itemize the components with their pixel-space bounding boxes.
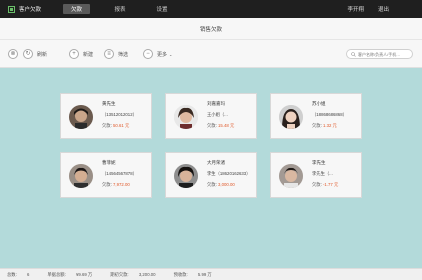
search-box[interactable] (346, 49, 413, 59)
customer-phone: 李生（18620162633） (207, 171, 251, 176)
customer-card[interactable]: 李先生 李先生（... 欠款: -1.77 元 (270, 152, 362, 198)
avatar (69, 164, 93, 188)
customer-amount: 欠款: 7,972.00 (102, 182, 130, 188)
tab-settings[interactable]: 设置 (148, 0, 176, 18)
amount-label: 欠款: (312, 123, 322, 128)
customer-name: 曹菲妮 (102, 160, 116, 165)
customer-card[interactable]: 曹菲妮 （14564567878） 欠款: 7,972.00 (60, 152, 152, 198)
customer-amount: 欠款: 15.48 元 (207, 123, 234, 129)
customer-amount: 欠款: -1.77 元 (312, 182, 338, 188)
customer-phone: 王小姐（... (207, 112, 228, 117)
page-title-bar: 销售欠款 (0, 18, 422, 40)
footer-sales: 单据总额: ¥9.69 万 (47, 271, 93, 277)
filter-label: 筛选 (118, 51, 129, 58)
customer-name: 黄先生 (102, 101, 116, 106)
customer-name: 刘嘉嘉玛 (207, 101, 225, 106)
customer-phone: （18868686868） (312, 112, 347, 117)
minus-icon: − (143, 49, 153, 59)
customer-card[interactable]: 刘嘉嘉玛 王小姐（... 欠款: 15.48 元 (165, 93, 257, 139)
refresh-button[interactable]: ↻ 刷新 (23, 49, 47, 59)
top-nav-bar: 客户欠款 欠款 报表 设置 李开翔 退出 (0, 0, 422, 18)
amount-value: 1.32 元 (323, 123, 337, 128)
avatar (279, 164, 303, 188)
page-title: 销售欠款 (199, 26, 222, 33)
amount-label: 欠款: (102, 182, 112, 187)
amount-label: 欠款: (207, 123, 217, 128)
search-icon (351, 51, 356, 57)
filter-icon: ≡ (104, 49, 114, 59)
search-input[interactable] (358, 51, 412, 57)
close-button[interactable]: ⊗ (8, 49, 22, 59)
more-label: 更多 (157, 51, 168, 58)
tab-debt[interactable]: 欠款 (63, 4, 90, 14)
footer-total: 总数: 6 (7, 271, 30, 277)
avatar (69, 105, 93, 129)
refresh-label: 刷新 (37, 51, 48, 58)
add-label: 新建 (83, 51, 94, 58)
amount-value: 50.61 元 (113, 123, 130, 128)
plus-icon: + (69, 49, 79, 59)
customer-name: 李先生 (312, 160, 326, 165)
customer-card[interactable]: 黄先生 （13512012012） 欠款: 50.61 元 (60, 93, 152, 139)
amount-value: 15.48 元 (218, 123, 235, 128)
status-footer: 总数: 6 单据总额: ¥9.69 万 期初欠款: 3,200.00 预收款: … (0, 268, 422, 280)
grid-logo-icon (8, 5, 15, 13)
amount-value: 3,000.00 (218, 182, 235, 187)
close-icon: ⊗ (8, 49, 18, 59)
logout-link[interactable]: 退出 (378, 5, 389, 13)
add-button[interactable]: + 新建 (69, 49, 93, 59)
amount-value: 7,972.00 (113, 182, 130, 187)
filter-button[interactable]: ≡ 筛选 (104, 49, 128, 59)
customer-phone: （14564567878） (102, 171, 137, 176)
chevron-down-icon: ⌄ (169, 51, 173, 57)
amount-label: 欠款: (102, 123, 112, 128)
customer-phone: （13512012012） (102, 112, 137, 117)
more-button[interactable]: − 更多 ⌄ (143, 49, 172, 59)
refresh-icon: ↻ (23, 49, 33, 59)
customer-amount: 欠款: 3,000.00 (207, 182, 235, 188)
amount-value: -1.77 元 (323, 182, 339, 187)
customer-phone: 李先生（... (312, 171, 333, 176)
customer-amount: 欠款: 1.32 元 (312, 123, 337, 129)
footer-receive: 预收款: 5.99 万 (173, 271, 212, 277)
avatar (279, 105, 303, 129)
amount-label: 欠款: (312, 182, 322, 187)
amount-label: 欠款: (207, 182, 217, 187)
toolbar: ⊗ ↻ 刷新 + 新建 ≡ 筛选 − 更多 ⌄ (0, 40, 422, 68)
app-logo: 客户欠款 (8, 5, 53, 13)
footer-debt: 期初欠款: 3,200.00 (110, 271, 156, 277)
user-name-link[interactable]: 李开翔 (347, 5, 364, 13)
customer-card[interactable]: 大月荣渚 李生（18620162633） 欠款: 3,000.00 (165, 152, 257, 198)
avatar (174, 164, 198, 188)
avatar (174, 105, 198, 129)
customer-amount: 欠款: 50.61 元 (102, 123, 129, 129)
app-name: 客户欠款 (19, 7, 42, 13)
customer-card[interactable]: 苏小姐 （18868686868） 欠款: 1.32 元 (270, 93, 362, 139)
customer-name: 大月荣渚 (207, 160, 225, 165)
customer-name: 苏小姐 (312, 101, 326, 106)
tab-report[interactable]: 报表 (106, 0, 134, 18)
